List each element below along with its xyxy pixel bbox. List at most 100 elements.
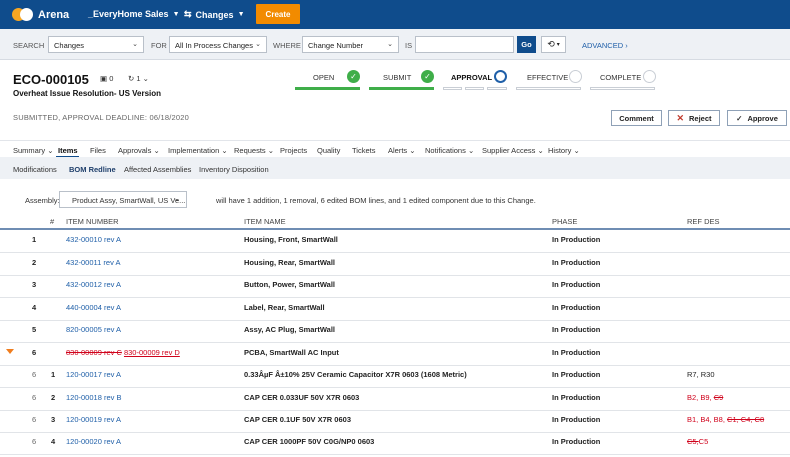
item-name: Housing, Rear, SmartWall xyxy=(244,258,335,267)
tab-files[interactable]: Files xyxy=(90,146,106,155)
approve-button[interactable]: ✓ Approve xyxy=(727,110,787,126)
row-number: 1 xyxy=(51,370,56,379)
table-row[interactable]: 6 830-00009 rev C 830-00009 rev D PCBA, … xyxy=(0,343,790,366)
tab-requests[interactable]: Requests ⌄ xyxy=(234,146,274,155)
item-name: Housing, Front, SmartWall xyxy=(244,235,338,244)
tab-alerts[interactable]: Alerts ⌄ xyxy=(388,146,416,155)
arena-logo[interactable]: Arena xyxy=(12,7,69,23)
where-select[interactable]: Change Number ⌄ xyxy=(302,36,399,53)
item-number-link[interactable]: 120-00019 rev A xyxy=(66,415,121,424)
tab-quality[interactable]: Quality xyxy=(317,146,340,155)
item-number-link[interactable]: 432-00011 rev A xyxy=(66,258,121,267)
revision-count: 1 xyxy=(136,74,141,83)
item-number-link[interactable]: 120-00020 rev A xyxy=(66,437,121,446)
pending-stage-icon xyxy=(643,70,656,83)
assembly-label: Assembly: xyxy=(25,196,60,205)
search-type-value: Changes xyxy=(54,41,85,50)
arena-logo-icon xyxy=(12,7,34,23)
change-subtitle: Overheat Issue Resolution- US Version xyxy=(13,89,162,98)
table-row[interactable]: 5 820-00005 rev A Assy, AC Plug, SmartWa… xyxy=(0,320,790,343)
workspace-menu[interactable]: _EveryHome Sales ▼ xyxy=(88,9,180,19)
advanced-label: ADVANCED xyxy=(582,41,624,50)
table-row[interactable]: 4 440-00004 rev A Label, Rear, SmartWall… xyxy=(0,298,790,321)
table-row[interactable]: 3 432-00012 rev A Button, Power, SmartWa… xyxy=(0,275,790,298)
top-navigation-bar: Arena _EveryHome Sales ▼ ⇆ Changes ▼ Cre… xyxy=(0,0,790,29)
stage-open: OPEN xyxy=(313,73,335,82)
item-phase: In Production xyxy=(552,348,601,357)
chevron-down-icon: ▼ xyxy=(237,11,245,18)
go-button[interactable]: Go xyxy=(517,36,536,53)
column-header-ref-des[interactable]: REF DES xyxy=(687,217,720,226)
tab-implementation[interactable]: Implementation ⌄ xyxy=(168,146,228,155)
column-header-item-number[interactable]: ITEM NUMBER xyxy=(66,217,119,226)
create-button[interactable]: Create xyxy=(256,4,300,24)
comment-button[interactable]: Comment xyxy=(611,110,662,126)
parent-row-number: 6 xyxy=(32,370,37,379)
tab-notifications[interactable]: Notifications ⌄ xyxy=(425,146,474,155)
tab-history[interactable]: History ⌄ xyxy=(548,146,580,155)
tab-projects[interactable]: Projects xyxy=(280,146,307,155)
row-number: 3 xyxy=(32,280,37,289)
subtab-bom-redline[interactable]: BOM Redline xyxy=(69,165,116,174)
table-row[interactable]: 6 2 120-00018 rev B CAP CER 0.033UF 50V … xyxy=(0,388,790,411)
search-value-input[interactable] xyxy=(415,36,514,53)
chevron-down-icon: ⌄ xyxy=(467,146,475,155)
advanced-search-link[interactable]: ADVANCED › xyxy=(582,41,628,50)
table-row[interactable]: 1 432-00010 rev A Housing, Front, SmartW… xyxy=(0,230,790,253)
item-name: CAP CER 0.033UF 50V X7R 0603 xyxy=(244,393,360,402)
item-phase: In Production xyxy=(552,235,601,244)
table-row[interactable]: 6 4 120-00020 rev A CAP CER 1000PF 50V C… xyxy=(0,432,790,455)
chevron-right-icon: › xyxy=(625,41,628,50)
history-dropdown-button[interactable]: ⟲ ▾ xyxy=(541,36,566,53)
chevron-down-icon: ⌄ xyxy=(142,74,149,83)
item-number-link[interactable]: 432-00010 rev A xyxy=(66,235,121,244)
subtab-modifications[interactable]: Modifications xyxy=(13,165,57,174)
search-type-select[interactable]: Changes ⌄ xyxy=(48,36,144,53)
attachments-indicator[interactable]: ▣ 0 xyxy=(100,74,113,83)
stage-approval: APPROVAL xyxy=(451,73,493,82)
chevron-down-icon: ⌄ xyxy=(573,146,580,155)
revision-selector[interactable]: ↻ 1 ⌄ xyxy=(128,74,149,83)
item-name: CAP CER 0.1UF 50V X7R 0603 xyxy=(244,415,351,424)
item-number-link[interactable]: 440-00004 rev A xyxy=(66,303,121,312)
subtab-inventory-disposition[interactable]: Inventory Disposition xyxy=(199,165,269,174)
approval-step-bar xyxy=(487,87,507,90)
removed-item-number: 830-00009 rev C xyxy=(66,348,122,357)
approval-step-bar xyxy=(465,87,484,90)
tab-supplier-access[interactable]: Supplier Access ⌄ xyxy=(482,146,544,155)
stage-submit: SUBMIT xyxy=(383,73,412,82)
item-number-link[interactable]: 120-00017 rev A xyxy=(66,370,121,379)
assembly-select[interactable]: Product Assy, SmartWall, US Ve... ⌄ xyxy=(59,191,187,208)
collapse-toggle-icon[interactable] xyxy=(6,349,14,354)
chevron-down-icon: ▼ xyxy=(172,10,180,18)
item-name: CAP CER 1000PF 50V C0G/NP0 0603 xyxy=(244,437,375,446)
for-select[interactable]: All In Process Changes ⌄ xyxy=(169,36,267,53)
item-number-link[interactable]: 120-00018 rev B xyxy=(66,393,121,402)
item-number-change[interactable]: 830-00009 rev C 830-00009 rev D xyxy=(66,348,180,357)
parent-row-number: 6 xyxy=(32,415,37,424)
column-header-number[interactable]: # xyxy=(50,217,54,226)
tab-items[interactable]: Items xyxy=(58,146,78,155)
chevron-down-icon: ⌄ xyxy=(267,146,275,155)
table-header: # ITEM NUMBER ITEM NAME PHASE REF DES xyxy=(0,212,790,230)
chevron-down-icon: ⌄ xyxy=(132,41,138,48)
column-header-phase[interactable]: PHASE xyxy=(552,217,577,226)
column-header-item-name[interactable]: ITEM NAME xyxy=(244,217,286,226)
changes-menu[interactable]: ⇆ Changes ▼ xyxy=(184,9,245,20)
added-item-number[interactable]: 830-00009 rev D xyxy=(124,348,180,357)
table-row[interactable]: 2 432-00011 rev A Housing, Rear, SmartWa… xyxy=(0,253,790,276)
is-label: IS xyxy=(405,41,413,50)
item-number-link[interactable]: 432-00012 rev A xyxy=(66,280,121,289)
stage-effective: EFFECTIVE xyxy=(527,73,569,82)
reject-label: Reject xyxy=(689,113,712,123)
reject-button[interactable]: ✕ Reject xyxy=(668,110,720,126)
table-row[interactable]: 6 1 120-00017 rev A 0.33ÂµF Â±10% 25V Ce… xyxy=(0,365,790,388)
table-row[interactable]: 6 3 120-00019 rev A CAP CER 0.1UF 50V X7… xyxy=(0,410,790,433)
item-number-link[interactable]: 820-00005 rev A xyxy=(66,325,121,334)
tab-summary[interactable]: Summary ⌄ xyxy=(13,146,53,155)
subtab-affected-assemblies[interactable]: Affected Assemblies xyxy=(124,165,191,174)
tab-approvals[interactable]: Approvals ⌄ xyxy=(118,146,160,155)
revision-icon: ↻ xyxy=(128,74,135,83)
tab-tickets[interactable]: Tickets xyxy=(352,146,375,155)
item-phase: In Production xyxy=(552,303,601,312)
